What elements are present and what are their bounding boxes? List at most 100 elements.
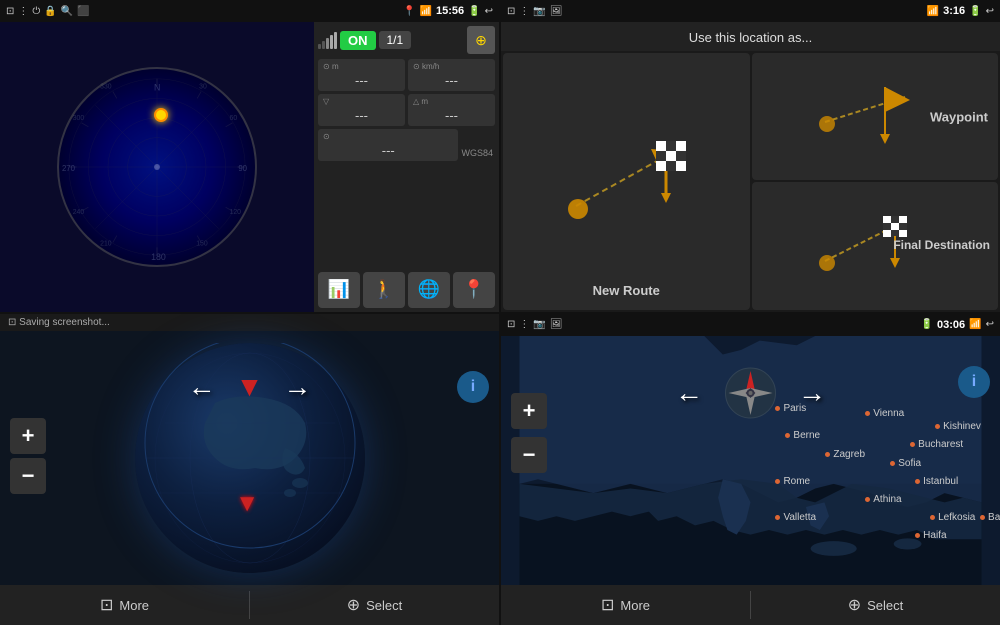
globe-container: ← ▼ → ▼	[0, 331, 499, 586]
city-dot: Kishinev	[935, 421, 981, 432]
svg-text:330: 330	[100, 83, 112, 90]
globe-button[interactable]: 🌐	[408, 272, 450, 308]
svg-text:240: 240	[73, 209, 85, 216]
gps-position-marker	[154, 108, 168, 122]
svg-text:30: 30	[199, 83, 207, 90]
camera-icon-4: 📷	[533, 319, 545, 330]
city-dot: Zagreb	[825, 449, 865, 460]
city-dot: Berne	[785, 430, 820, 441]
compass-circle: N 180 270 90 30 60 120 150 210 240 300 3…	[57, 67, 257, 267]
down-arrow-red: ▼	[236, 371, 264, 403]
signal-strength	[318, 32, 337, 49]
zoom-controls-4: + −	[511, 393, 547, 477]
more-label-3: More	[119, 598, 149, 613]
pedestrian-button[interactable]: 🚶	[363, 272, 405, 308]
more-icon-3: ⊡	[100, 595, 113, 615]
city-dot: Bucharest	[910, 439, 963, 450]
svg-text:60: 60	[230, 115, 238, 122]
svg-text:120: 120	[230, 209, 242, 216]
select-icon-3: ⊕	[347, 595, 360, 615]
status-bar-2: ⊡ ⋮ 📷 🖼 📶 3:16 🔋 ↩	[501, 0, 1000, 22]
left-arrow[interactable]: ←	[188, 371, 216, 403]
new-route-button[interactable]: New Route	[503, 53, 750, 310]
city-dot: Rome	[775, 476, 810, 487]
elevation-value: ---	[413, 108, 490, 123]
waypoint-button[interactable]: Waypoint	[752, 53, 999, 180]
status-time: 15:56	[436, 5, 464, 17]
svg-text:270: 270	[62, 164, 76, 173]
elevation-cell: △ m ---	[408, 94, 495, 126]
coords-cell: ⊙ ---	[318, 129, 458, 161]
final-destination-button[interactable]: Final Destination	[752, 182, 999, 309]
info-button-4[interactable]: i	[958, 366, 990, 398]
back-icon: ↩	[485, 6, 493, 17]
select-icon-4: ⊕	[848, 595, 861, 615]
record-icon: ⬛	[77, 6, 89, 17]
signal-icon-4: 📶	[969, 319, 981, 330]
more-label-4: More	[620, 598, 650, 613]
map-left-arrow[interactable]: ←	[675, 377, 703, 409]
status-bar-1: ⊡ ⋮ ⏻ 🔒 🔍 ⬛ 📍 📶 15:56 🔋 ↩	[0, 0, 499, 22]
home-icon: ⊡	[6, 6, 14, 17]
info-button-3[interactable]: i	[457, 371, 489, 403]
data-row-1: ⊙ m --- ⊙ km/h ---	[318, 59, 495, 91]
svg-text:N: N	[154, 82, 160, 92]
svg-text:90: 90	[238, 164, 247, 173]
status-time-4: 03:06	[937, 319, 965, 331]
distance-value: ---	[323, 73, 400, 88]
zoom-controls-3: + −	[10, 418, 46, 498]
saving-screenshot-bar: ⊡ Saving screenshot...	[0, 314, 499, 331]
bottom-bar-4: ⊡ More ⊕ Select	[501, 585, 1000, 625]
nav-arrows: ← ▼ →	[188, 371, 312, 403]
more-button-4[interactable]: ⊡ More	[501, 585, 750, 625]
location-icon: 📍	[403, 6, 415, 17]
zoom-out-button-3[interactable]: −	[10, 458, 46, 494]
status-icons-right: 📍 📶 15:56 🔋 ↩	[403, 5, 493, 17]
compass-display: N 180 270 90 30 60 120 150 210 240 300 3…	[0, 22, 314, 312]
power-icon: ⏻	[32, 6, 40, 17]
right-arrow[interactable]: →	[283, 371, 311, 403]
europe-map-area: Paris Berne Zagreb Rome Valletta	[501, 336, 1000, 586]
select-button-3[interactable]: ⊕ Select	[250, 585, 499, 625]
more-button-3[interactable]: ⊡ More	[0, 585, 249, 625]
bottom-buttons: 📊 🚶 🌐 📍	[318, 272, 495, 308]
globe-panel: ⊡ Saving screenshot... ← ▼ →	[0, 314, 499, 625]
compass-orient-button[interactable]: ⊕	[467, 26, 495, 54]
zoom-in-button-3[interactable]: +	[10, 418, 46, 454]
zoom-in-button-4[interactable]: +	[511, 393, 547, 429]
lock-icon: 🔒	[44, 6, 56, 17]
battery-icon-2: 🔋	[969, 6, 981, 17]
zoom-out-button-4[interactable]: −	[511, 437, 547, 473]
svg-text:300: 300	[73, 115, 85, 122]
chart-button[interactable]: 📊	[318, 272, 360, 308]
data-row-2: ▽ --- △ m ---	[318, 94, 495, 126]
top-controls: ON 1/1 ⊕	[318, 26, 495, 54]
city-dot: Haifa	[915, 530, 946, 541]
waypoint-label: Waypoint	[930, 109, 988, 124]
status-icons-left: ⊡ ⋮ ⏻ 🔒 🔍 ⬛	[6, 6, 90, 17]
pin-button[interactable]: 📍	[453, 272, 495, 308]
home-icon-2: ⊡	[507, 6, 515, 17]
more-icon-4: ⊡	[601, 595, 614, 615]
select-button-4[interactable]: ⊕ Select	[751, 585, 1000, 625]
status-time-2: 3:16	[943, 5, 965, 17]
city-dot: Lefkosia	[930, 512, 975, 523]
signal-icon-2: 📶	[927, 6, 939, 17]
image-icon: 🖼	[550, 6, 563, 17]
saving-text: Saving screenshot...	[19, 317, 110, 328]
europe-map-panel: ⊡ ⋮ 📷 🖼 🔋 03:06 📶 ↩	[501, 314, 1000, 625]
compass-content: N 180 270 90 30 60 120 150 210 240 300 3…	[0, 22, 499, 312]
gps-on-badge[interactable]: ON	[340, 31, 376, 50]
city-dot: Bag	[980, 512, 1000, 523]
wifi-icon: 📶	[420, 6, 432, 17]
final-destination-label: Final Destination	[893, 238, 990, 254]
status-icons-left-4: ⊡ ⋮ 📷 🖼	[507, 319, 563, 330]
screenshot-icon: ⊡	[8, 317, 16, 328]
coords-value: ---	[323, 143, 453, 158]
map-right-arrow[interactable]: →	[798, 377, 826, 409]
gps-data-panel: ON 1/1 ⊕ ⊙ m --- ⊙ km/h --- ▽ ---	[314, 22, 499, 312]
bottom-bar-3: ⊡ More ⊕ Select	[0, 585, 499, 625]
location-options-panel: ⊡ ⋮ 📷 🖼 📶 3:16 🔋 ↩ Use this location as.…	[501, 0, 1000, 312]
back-icon-2: ↩	[986, 6, 994, 17]
map-nav-arrows: ← →	[675, 366, 826, 421]
